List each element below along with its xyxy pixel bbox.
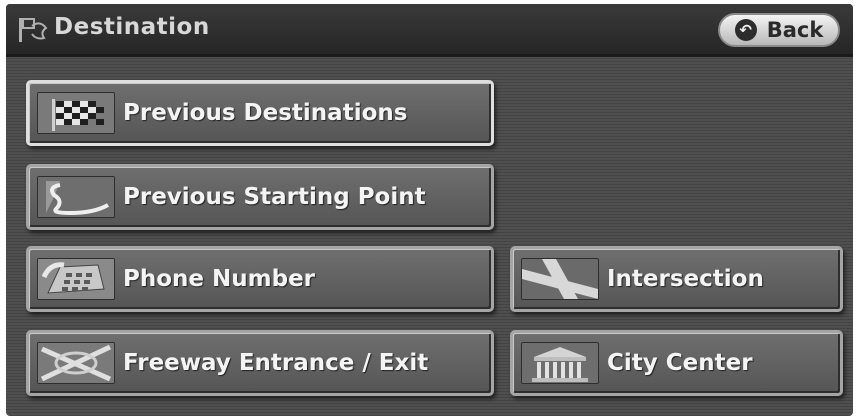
phone-number-label: Phone Number <box>123 266 316 292</box>
phone-number-button[interactable]: Phone Number <box>26 246 494 312</box>
previous-starting-point-label: Previous Starting Point <box>123 184 426 210</box>
back-button[interactable]: ↶ Back <box>718 13 840 47</box>
freeway-entrance-exit-label: Freeway Entrance / Exit <box>123 350 429 376</box>
freeway-entrance-exit-button[interactable]: Freeway Entrance / Exit <box>26 330 494 396</box>
intersection-label: Intersection <box>607 266 764 292</box>
phone-icon <box>37 258 115 300</box>
intersection-icon <box>521 258 599 300</box>
destination-flag-icon <box>19 18 48 42</box>
freeway-interchange-icon <box>37 342 115 384</box>
back-arrow-icon: ↶ <box>734 19 757 41</box>
city-hall-icon <box>521 342 599 384</box>
header-bar: Destination ↶ Back <box>6 4 853 57</box>
intersection-button[interactable]: Intersection <box>510 246 843 312</box>
destination-screen: Destination ↶ Back Previous Destinations… <box>6 4 853 416</box>
previous-starting-point-button[interactable]: Previous Starting Point <box>26 164 494 230</box>
city-center-label: City Center <box>607 350 753 376</box>
previous-destinations-label: Previous Destinations <box>123 100 408 126</box>
previous-destinations-button[interactable]: Previous Destinations <box>26 80 494 146</box>
page-title: Destination <box>54 14 210 40</box>
route-s-icon <box>37 176 115 218</box>
city-center-button[interactable]: City Center <box>510 330 843 396</box>
checkered-flag-icon <box>37 92 115 134</box>
back-button-label: Back <box>766 18 824 42</box>
